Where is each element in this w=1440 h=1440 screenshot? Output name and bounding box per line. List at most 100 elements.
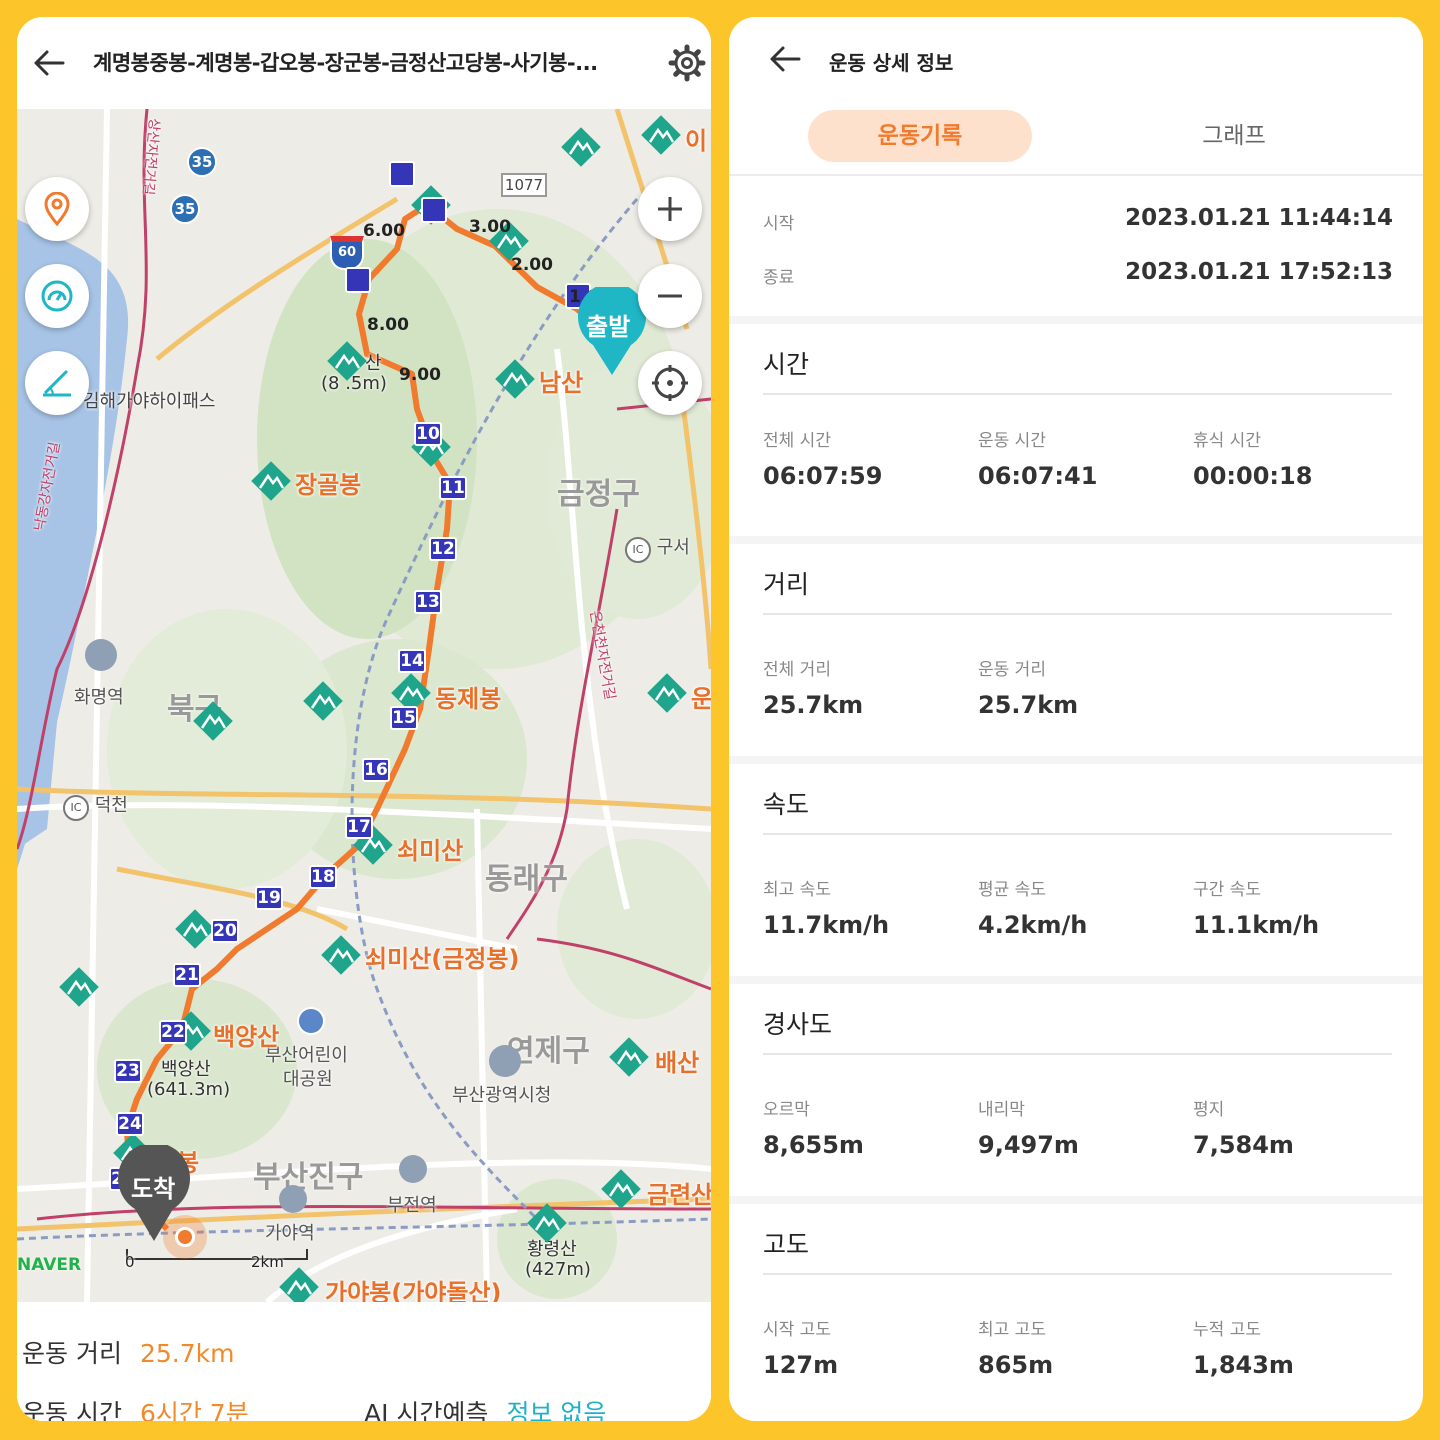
back-arrow-icon[interactable]	[29, 43, 69, 83]
route-marker-16: 16	[362, 758, 390, 782]
gear-icon[interactable]	[667, 43, 707, 83]
stat-label: 휴식 시간	[1193, 431, 1261, 451]
location-button[interactable]	[25, 177, 89, 241]
scale-zero: 0	[125, 1253, 135, 1271]
place-baekyang-name: 백양산	[161, 1059, 211, 1080]
route-marker-12: 12	[429, 537, 457, 561]
start-label: 시작	[763, 214, 795, 234]
place-childrens-park-2: 대공원	[283, 1069, 333, 1090]
time-label: 운동 시간	[22, 1399, 122, 1421]
mountain-icon	[59, 967, 99, 1007]
measure-button[interactable]	[25, 351, 89, 415]
mountain-icon	[327, 341, 367, 381]
time-value: 6시간 7분	[139, 1399, 249, 1421]
km-label: 2.00	[511, 255, 553, 275]
place-gimhae-pass: 김해가야하이패스	[83, 391, 216, 412]
road-shield-1077: 1077	[501, 173, 547, 197]
end-pin-label: 도착	[131, 1175, 176, 1203]
stat-value: 865m	[978, 1351, 1054, 1379]
poi-baekyangsan[interactable]: 백양산	[213, 1017, 279, 1052]
stat-value: 7,584m	[1193, 1131, 1294, 1159]
poi-soemisan[interactable]: 쇠미산	[397, 831, 463, 866]
ruler-icon	[43, 369, 71, 397]
poi-soemisan-geumjeong[interactable]: 쇠미산(금정봉)	[365, 939, 519, 974]
route-marker-10: 10	[414, 422, 442, 446]
zoom-out-button[interactable]	[638, 264, 702, 328]
section-divider	[763, 1273, 1392, 1275]
stat-label: 최고 속도	[763, 880, 831, 900]
district-geumjeong: 금정구	[557, 477, 640, 512]
stat-value: 25.7km	[978, 691, 1079, 719]
section-title-speed: 속도	[763, 790, 810, 819]
poi-dongjebong[interactable]: 동제봉	[435, 679, 501, 714]
stat-label: 운동 시간	[978, 431, 1046, 451]
place-bujeon-station: 부전역	[387, 1195, 437, 1216]
stat-label: 운동 거리	[978, 660, 1046, 680]
district-busanjin: 부산진구	[253, 1160, 364, 1195]
start-value: 2023.01.21 11:44:14	[1125, 205, 1393, 231]
place-baekyang-height: (641.3m)	[147, 1079, 231, 1100]
train-icon	[85, 639, 117, 671]
poi-un-partial: 운	[691, 685, 711, 713]
distance-label: 운동 거리	[22, 1339, 122, 1368]
building-icon	[489, 1045, 521, 1077]
naver-logo: NAVER	[17, 1255, 82, 1275]
route-map[interactable]: 35 35 1077 60 금정구 동래구 연제구 부산진구 북구 김해가야하이…	[17, 109, 711, 1302]
route-marker	[345, 267, 371, 293]
route-marker-14: 14	[398, 649, 426, 673]
mountain-icon	[279, 1267, 319, 1302]
stat-value: 25.7km	[763, 691, 864, 719]
stat-label: 최고 고도	[978, 1320, 1046, 1340]
ic-badge: IC	[625, 537, 651, 563]
ferris-wheel-icon	[297, 1007, 325, 1035]
recenter-button[interactable]	[638, 351, 702, 415]
mountain-icon	[193, 701, 233, 741]
place-guseo: 구서	[656, 537, 690, 558]
section-separator	[729, 976, 1423, 984]
stat-label: 오르막	[763, 1100, 810, 1120]
mountain-icon	[641, 115, 681, 155]
route-title: 계명봉중봉-계명봉-갑오봉-장군봉-금정산고당봉-사기봉-...	[93, 51, 598, 75]
end-value: 2023.01.21 17:52:13	[1125, 259, 1393, 285]
train-icon	[279, 1185, 307, 1213]
section-divider	[763, 393, 1392, 395]
poi-gayabong[interactable]: 가야봉(가야돌산)	[325, 1273, 502, 1302]
route-marker-20: 20	[211, 919, 239, 943]
train-icon	[399, 1155, 427, 1183]
route-marker-21: 21	[173, 963, 201, 987]
place-city-hall: 부산광역시청	[452, 1085, 552, 1106]
section-divider	[763, 1053, 1392, 1055]
zoom-in-icon	[658, 197, 682, 221]
km-label: 9.00	[399, 365, 441, 385]
stat-label: 평지	[1193, 1100, 1225, 1120]
detail-panel: 운동 상세 정보 운동기록 그래프 시작 2023.01.21 11:44:14…	[729, 17, 1423, 1421]
section-title-distance: 거리	[763, 570, 810, 599]
road-shield-35a: 35	[187, 147, 217, 177]
location-pin-icon	[44, 192, 70, 226]
route-marker-15: 15	[390, 706, 418, 730]
tab-graph[interactable]: 그래프	[1122, 110, 1346, 162]
stat-value: 4.2km/h	[978, 911, 1088, 939]
zoom-in-button[interactable]	[638, 177, 702, 241]
speed-button[interactable]	[25, 264, 89, 328]
section-title-time: 시간	[763, 350, 810, 379]
poi-geumryeon[interactable]: 금련산	[647, 1175, 711, 1210]
section-title-altitude: 고도	[763, 1230, 810, 1259]
route-marker-18: 18	[309, 865, 337, 889]
route-marker-19: 19	[255, 886, 283, 910]
poi-janggolbong[interactable]: 장골봉	[295, 465, 361, 500]
ai-prediction-value: 정보 없음	[506, 1399, 607, 1421]
section-separator	[729, 316, 1423, 324]
stat-label: 시작 고도	[763, 1320, 831, 1340]
place-hwangryeong-height: (427m)	[525, 1259, 591, 1280]
mountain-icon	[321, 935, 361, 975]
back-arrow-icon[interactable]	[765, 39, 805, 79]
route-marker-17: 17	[345, 815, 373, 839]
route-marker-13: 13	[414, 590, 442, 614]
place-summit-name: 산	[365, 353, 382, 374]
poi-baesan[interactable]: 배산	[655, 1043, 699, 1078]
tab-record[interactable]: 운동기록	[808, 110, 1032, 162]
stat-value: 06:07:59	[763, 462, 883, 490]
route-marker	[389, 161, 415, 187]
district-dongnae: 동래구	[485, 862, 568, 897]
